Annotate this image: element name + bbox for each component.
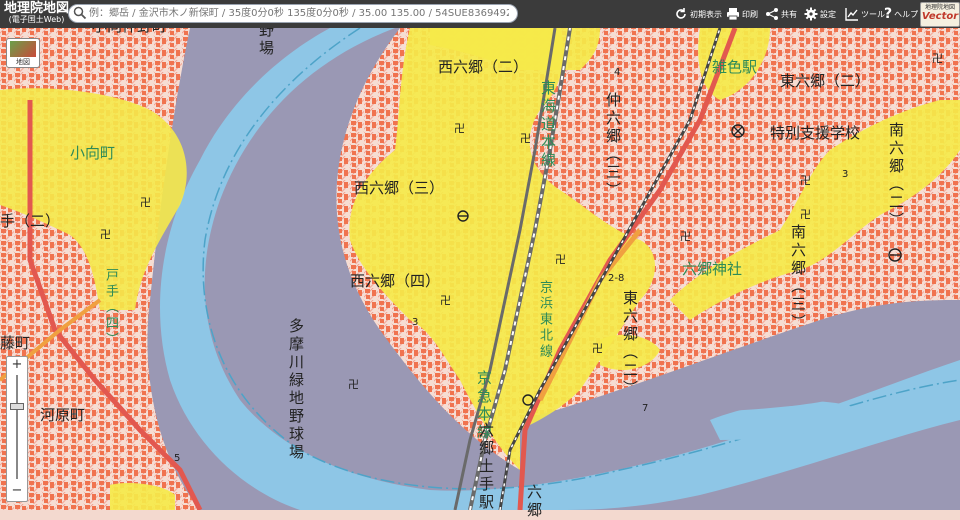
tools-button[interactable]: ツール bbox=[845, 5, 885, 23]
label-nishi-rokugo-ni: 西六郷（二） bbox=[438, 58, 529, 76]
print-button[interactable]: 印刷 bbox=[726, 5, 758, 23]
share-button[interactable]: 共有 bbox=[765, 5, 797, 23]
label-minami-rokugo-ni: 南六郷（二） bbox=[887, 122, 905, 230]
label-komukai: 小向町 bbox=[70, 144, 116, 162]
svg-text:卍: 卍 bbox=[800, 174, 811, 187]
zoom-slider-track[interactable] bbox=[16, 375, 18, 479]
label-rokugo-shrine: 六郷神社 bbox=[682, 260, 743, 278]
svg-text:卍: 卍 bbox=[555, 253, 566, 266]
svg-text:卍: 卍 bbox=[800, 208, 811, 221]
vector-badge-label: Vector bbox=[921, 11, 959, 22]
app-title: 地理院地図 bbox=[4, 1, 70, 16]
svg-text:卍: 卍 bbox=[440, 294, 451, 307]
label-higashi-rokugo-ni: 東六郷（二） bbox=[780, 72, 871, 90]
vector-map-badge[interactable]: 地理院地図 Vector bbox=[920, 2, 960, 27]
svg-text:卍: 卍 bbox=[100, 228, 111, 241]
layer-select-label: 地図 bbox=[16, 58, 30, 66]
help-icon: ? bbox=[884, 6, 893, 22]
label-block-5: 5 bbox=[174, 453, 181, 464]
chart-tools-icon bbox=[845, 8, 858, 21]
label-block-2-8: 2-8 bbox=[608, 273, 625, 284]
label-te-ni: 手（二） bbox=[0, 212, 61, 230]
help-label: ヘルプ bbox=[894, 9, 919, 19]
label-baseball-field: 多摩川緑地野球場 bbox=[287, 318, 305, 462]
print-label: 印刷 bbox=[742, 9, 758, 19]
label-block-3a: 3 bbox=[412, 317, 419, 328]
map-canvas[interactable]: 卍 卍 卍 卍 卍 卍 卍 卍 卍 卍 卍 卍 小向仲野町 小向町 手（二） 戸… bbox=[0, 19, 960, 520]
svg-text:卍: 卍 bbox=[454, 122, 465, 135]
reset-view-label: 初期表示 bbox=[690, 9, 722, 19]
svg-text:卍: 卍 bbox=[592, 342, 603, 355]
tools-label: ツール bbox=[861, 9, 885, 19]
label-fuji: 藤町 bbox=[0, 334, 31, 352]
label-higashi-rokugo: 東六郷（二） bbox=[621, 290, 639, 398]
zoom-slider-handle[interactable] bbox=[10, 403, 24, 410]
label-keihin-line: 京浜東北線 bbox=[537, 280, 552, 360]
label-block-4: 4 bbox=[614, 67, 621, 78]
label-rokugo-bottom: 六郷 bbox=[525, 484, 543, 520]
zoom-control: + − bbox=[6, 356, 28, 502]
gear-icon bbox=[804, 7, 818, 21]
label-kawara: 河原町 bbox=[40, 406, 86, 424]
label-nishi-rokugo-san: 西六郷（三） bbox=[354, 179, 445, 197]
label-block-7: 7 bbox=[642, 403, 649, 414]
map-layer-thumbnail-icon bbox=[10, 41, 36, 57]
app-logo[interactable]: 地理院地図 (電子国土Web) bbox=[4, 2, 69, 24]
refresh-icon bbox=[676, 8, 686, 19]
search-input[interactable] bbox=[89, 6, 509, 21]
svg-text:卍: 卍 bbox=[680, 230, 691, 243]
label-block-3b: 3 bbox=[842, 169, 849, 180]
settings-button[interactable]: 設定 bbox=[804, 5, 836, 23]
help-button[interactable]: ? ヘルプ bbox=[884, 5, 918, 23]
layer-select-button[interactable]: 地図 bbox=[6, 38, 40, 68]
svg-text:卍: 卍 bbox=[348, 378, 359, 391]
svg-text:卍: 卍 bbox=[520, 132, 531, 145]
label-zoshiki-station: 雑色駅 bbox=[712, 58, 758, 76]
label-tokaido-line: 東海道本線 bbox=[539, 80, 557, 170]
label-tote-yon: 戸手（四） bbox=[103, 268, 118, 348]
label-nishi-rokugo-yon: 西六郷（四） bbox=[350, 272, 441, 290]
zoom-out-button[interactable]: − bbox=[7, 483, 27, 499]
label-naka-rokugo: 仲六郷（三） bbox=[604, 92, 622, 200]
search-icon[interactable] bbox=[73, 6, 87, 20]
share-icon bbox=[766, 8, 778, 20]
printer-icon bbox=[727, 8, 739, 21]
label-school: 特別支援学校 bbox=[770, 124, 861, 142]
search-box bbox=[68, 4, 518, 23]
share-label: 共有 bbox=[781, 9, 797, 19]
zoom-in-button[interactable]: + bbox=[7, 357, 27, 373]
label-rokugo-dote-station: 六郷土手駅 bbox=[477, 422, 495, 512]
svg-text:卍: 卍 bbox=[140, 196, 151, 209]
label-minami-rokugo-san: 南六郷（三） bbox=[789, 224, 807, 332]
svg-text:卍: 卍 bbox=[932, 52, 943, 65]
settings-label: 設定 bbox=[820, 9, 836, 19]
reset-view-button[interactable]: 初期表示 bbox=[674, 5, 722, 23]
app-subtitle: (電子国土Web) bbox=[8, 15, 65, 24]
header-bar: 地理院地図 (電子国土Web) 初期表示 印刷 共有 設定 ツール ? ヘルプ … bbox=[0, 0, 960, 28]
